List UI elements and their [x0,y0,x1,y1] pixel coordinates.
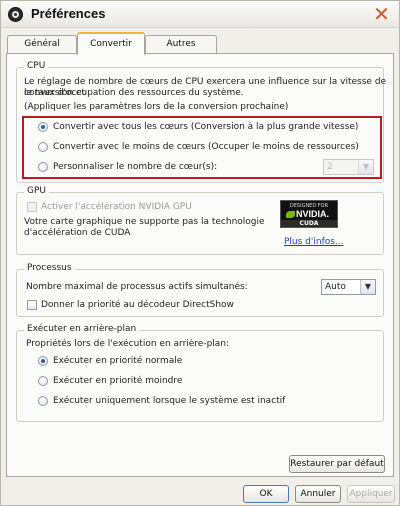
cpu-description-line2: le taux d'occupation des ressources du s… [24,88,244,98]
background-group-title: Exécuter en arrière-plan [24,324,140,334]
radio-idle-only-label: Exécuter uniquement lorsque le système e… [53,396,286,406]
radio-idle-only[interactable] [38,396,48,406]
radio-custom-cores[interactable] [38,162,48,172]
ok-button[interactable]: OK [243,485,289,503]
close-icon[interactable]: ✕ [372,4,391,24]
chevron-down-icon: ▼ [358,160,373,174]
nvidia-eye-icon [286,211,295,218]
radio-custom-cores-label: Personnaliser le nombre de cœur(s): [53,162,218,172]
radio-least-cores[interactable] [38,142,48,152]
window-title: Préférences [31,6,106,21]
max-process-label: Nombre maximal de processus actifs simul… [26,282,248,292]
directshow-priority-label: Donner la priorité au décodeur DirectSho… [41,300,234,310]
cancel-button[interactable]: Annuler [295,485,341,503]
core-count-select[interactable]: 2 ▼ [323,159,374,175]
radio-lower-priority[interactable] [38,376,48,386]
core-count-value: 2 [327,162,333,172]
tab-autres[interactable]: Autres [145,35,217,54]
tab-convertir[interactable]: Convertir [77,32,145,55]
cpu-group-title: CPU [24,61,49,71]
title-bar: Préférences ✕ [1,1,399,28]
nvidia-cuda-logo: DESIGNED FOR NVIDIA. CUDA [280,200,338,228]
gpu-note-line2: d'accélération de CUDA [24,228,131,238]
background-props-label: Propriétés lors de l'exécution en arrièr… [26,339,230,349]
nvidia-badge-sub: CUDA [281,220,337,227]
tab-general[interactable]: Général [7,35,77,54]
gpu-note-line1: Votre carte graphique ne supporte pas la… [24,217,265,227]
directshow-priority-checkbox[interactable] [27,300,37,310]
max-process-value: Auto [325,282,346,292]
radio-normal-priority-label: Exécuter en priorité normale [53,356,183,366]
nvidia-badge-name: NVIDIA. [296,209,330,219]
gpu-acceleration-label: Activer l'accélération NVIDIA GPU [41,202,192,212]
apply-button[interactable]: Appliquer [347,485,395,503]
gpu-acceleration-checkbox[interactable] [27,202,37,212]
chevron-down-icon: ▼ [360,280,375,294]
radio-all-cores[interactable] [38,122,48,132]
gpu-group-title: GPU [24,186,49,196]
radio-normal-priority[interactable] [38,356,48,366]
film-reel-icon [8,7,23,22]
restore-defaults-button[interactable]: Restaurer par défaut [289,455,385,473]
process-group-title: Processus [24,263,75,273]
max-process-select[interactable]: Auto ▼ [321,279,376,295]
more-info-link[interactable]: Plus d'infos... [284,237,344,247]
radio-least-cores-label: Convertir avec le moins de cœurs (Occupe… [53,142,359,152]
radio-lower-priority-label: Exécuter en priorité moindre [53,376,183,386]
cpu-apply-note: (Appliquer les paramètres lors de la con… [24,102,289,112]
preferences-window: Préférences ✕ Général Convertir Autres C… [0,0,400,506]
radio-all-cores-label: Convertir avec tous les cœurs (Conversio… [53,122,359,132]
